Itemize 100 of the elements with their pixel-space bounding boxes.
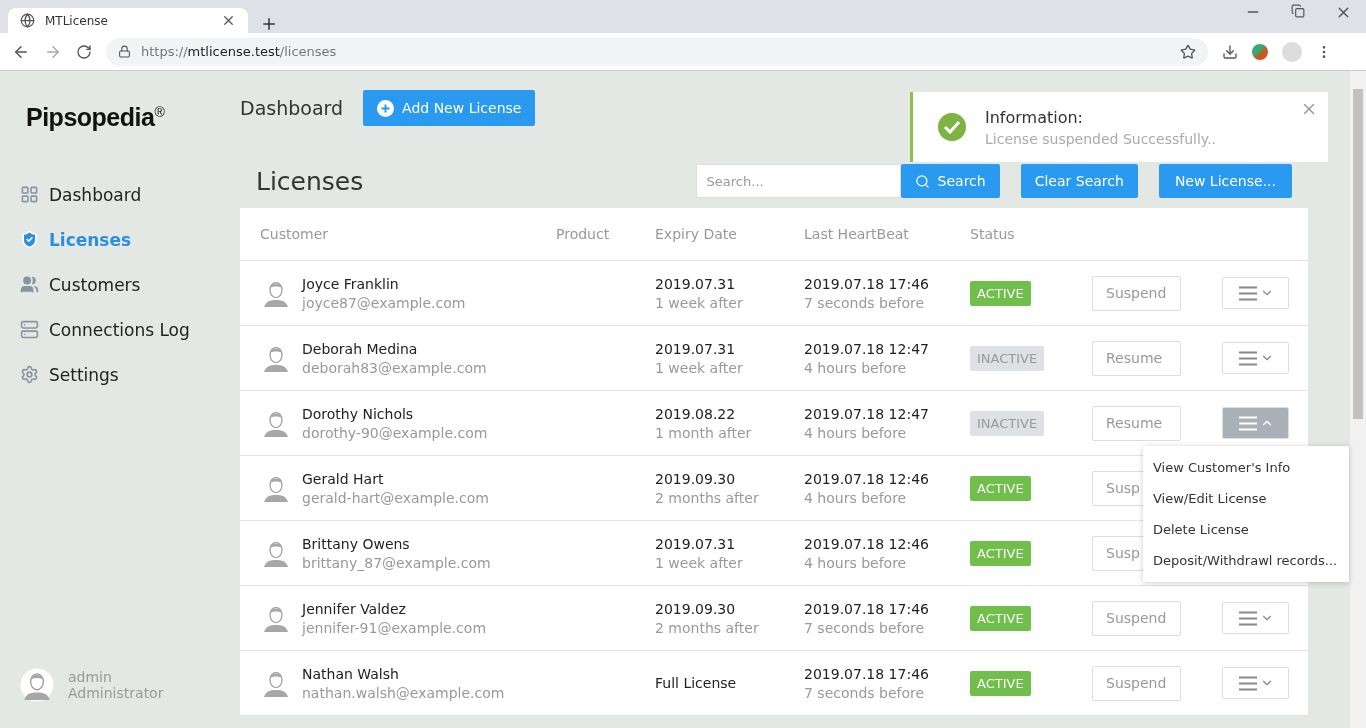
lock-icon [118,45,131,58]
heartbeat-relative: 4 hours before [804,489,908,506]
heartbeat-time: 2019.07.18 12:47 [804,340,930,357]
status-badge: ACTIVE [970,280,1031,306]
server-icon [20,320,39,339]
customer-name: Joyce Franklin [302,275,400,292]
customer-email: deborah83@example.com [302,359,487,376]
heartbeat-time: 2019.07.18 12:46 [804,535,930,552]
menu-icon [1237,610,1258,626]
sidebar-item[interactable]: Connections Log [20,307,240,352]
heartbeat-relative: 4 hours before [804,359,908,376]
customer-name: Gerald Hart [302,470,385,487]
expiry-date: Full License [655,675,738,691]
sidebar-item[interactable]: Settings [20,352,240,397]
header-title: Dashboard [240,97,344,119]
column-header: Expiry Date [655,226,738,242]
brand-logo: Pipsopedia$^{®}$ [26,103,166,132]
customer-name: Dorothy Nichols [302,405,415,422]
heartbeat-time: 2019.07.18 12:46 [804,470,930,487]
settings-icon [20,365,39,384]
heartbeat-relative: 7 seconds before [804,294,926,311]
row-menu-button[interactable] [1222,602,1289,634]
search-field[interactable]: Search... [695,164,901,198]
expiry-date: 2019.07.31 [655,275,737,292]
column-header: Status [970,226,1016,242]
toast-message: License suspended Successfully.. [985,130,1217,147]
extension-icon[interactable] [1252,43,1268,60]
heartbeat-relative: 4 hours before [804,554,908,571]
customer-email: joyce87@example.com [302,294,466,311]
customer-email: gerald-hart@example.com [302,489,489,506]
row-menu-button[interactable] [1222,667,1289,699]
expiry-relative: 1 week after [655,554,744,571]
row-action-button[interactable]: Resume [1092,340,1181,376]
toast-title: Information: [985,107,1084,127]
menu-icon [1237,350,1258,366]
clear-search-button[interactable]: Clear Search [1020,164,1138,198]
add-license-button[interactable]: Add New License [363,90,536,126]
customer-email: jennifer-91@example.com [302,619,487,636]
menu-icon [1237,285,1258,301]
status-badge: ACTIVE [970,670,1031,696]
row-action-button[interactable]: Resume [1092,405,1181,441]
heartbeat-relative: 7 seconds before [804,619,926,636]
scrollbar[interactable] [1350,71,1366,728]
row-menu-button[interactable] [1222,277,1289,309]
reload-icon[interactable] [76,43,92,60]
sidebar-item[interactable]: Dashboard [20,172,240,217]
menu-icon [1237,415,1258,431]
plus-circle-icon [377,99,395,117]
user-role: Administrator [68,685,164,701]
heartbeat-time: 2019.07.18 17:46 [804,600,930,617]
customer-name: Brittany Owens [302,535,411,552]
sidebar-item[interactable]: Licenses [20,217,240,262]
browser-tab[interactable]: MTLicense [8,8,248,33]
expiry-date: 2019.09.30 [655,600,737,617]
row-action-button[interactable]: Suspend [1092,275,1181,311]
user-name: admin [68,669,113,685]
status-badge: INACTIVE [970,345,1045,371]
page-title: Licenses [256,166,365,196]
column-header: Last HeartBeat [804,226,910,242]
grid-icon [20,185,39,204]
customer-name: Nathan Walsh [302,665,400,682]
status-badge: ACTIVE [970,540,1031,566]
expiry-date: 2019.08.22 [655,405,737,422]
expiry-relative: 1 week after [655,294,744,311]
search-button[interactable]: Search [900,164,1000,198]
new-tab-icon[interactable] [260,15,278,33]
heartbeat-relative: 4 hours before [804,424,908,441]
customer-email: dorothy-90@example.com [302,424,488,441]
expiry-date: 2019.09.30 [655,470,737,487]
globe-icon [20,13,35,28]
new-license-button[interactable]: New License... [1158,164,1292,198]
expiry-relative: 2 months after [655,619,760,636]
sidebar-item[interactable]: Customers [20,262,240,307]
user-avatar [20,668,54,702]
check-circle-icon [937,112,967,142]
row-action-button[interactable]: Suspend [1092,665,1181,701]
heartbeat-time: 2019.07.18 17:46 [804,665,930,682]
star-icon[interactable] [1180,43,1196,60]
heartbeat-time: 2019.07.18 12:47 [804,405,930,422]
customer-name: Jennifer Valdez [302,600,407,617]
users-icon [20,275,39,294]
expiry-date: 2019.07.31 [655,340,737,357]
expiry-date: 2019.07.31 [655,535,737,552]
shield-check-icon [20,230,39,249]
row-action-button[interactable]: Suspend [1092,600,1181,636]
expiry-relative: 1 month after [655,424,753,441]
close-icon[interactable] [221,13,236,28]
address-bar[interactable]: https://mtlicense.test/licenses [106,37,1208,66]
customer-email: brittany_87@example.com [302,554,491,571]
heartbeat-relative: 7 seconds before [804,684,926,701]
download-icon[interactable] [1222,43,1238,60]
customer-email: nathan.walsh@example.com [302,684,505,701]
expiry-relative: 2 months after [655,489,760,506]
column-header: Product [556,226,611,242]
row-menu-button[interactable] [1222,342,1289,374]
menu-icon [1237,675,1258,691]
status-badge: ACTIVE [970,605,1031,631]
column-header: Customer [260,226,329,242]
search-icon [914,173,930,189]
status-badge: ACTIVE [970,475,1031,501]
